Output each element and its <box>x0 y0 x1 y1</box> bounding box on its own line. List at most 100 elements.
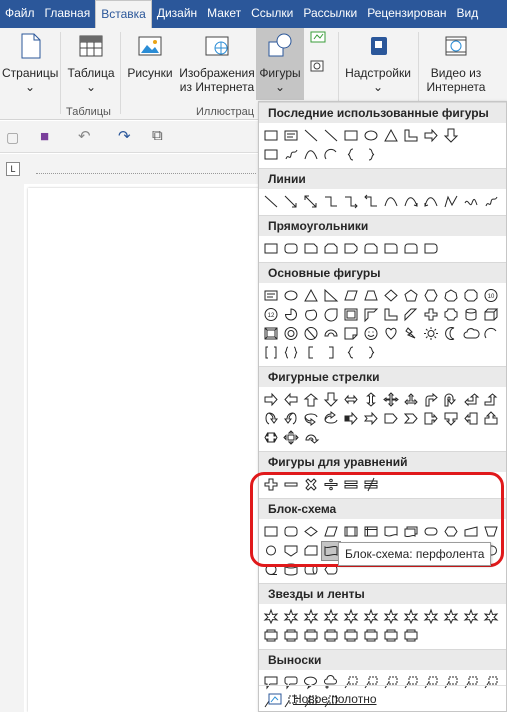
shape-ribbon-up-icon[interactable] <box>262 627 280 645</box>
shape-star32-icon[interactable] <box>482 608 500 626</box>
shapes-button[interactable]: Фигуры ⌄ <box>256 28 304 100</box>
shape-line-icon[interactable] <box>322 127 340 145</box>
shape-trapezoid-icon[interactable] <box>362 287 380 305</box>
shape-ribbon-down-icon[interactable] <box>282 627 300 645</box>
shape-arrow-r-icon[interactable] <box>422 127 440 145</box>
shape-decagon-icon[interactable]: 10 <box>482 287 500 305</box>
shape-exp2-icon[interactable] <box>282 608 300 626</box>
shape-heptagon-icon[interactable] <box>442 287 460 305</box>
shape-line-icon[interactable] <box>302 127 320 145</box>
shape-triangle-icon[interactable] <box>302 287 320 305</box>
shape-scribble-icon[interactable] <box>282 146 300 164</box>
shape-round2-icon[interactable] <box>402 240 420 258</box>
redo-icon[interactable]: ↷ <box>118 127 131 145</box>
shape-pentagon-icon[interactable] <box>402 287 420 305</box>
shape-arrow-d-icon[interactable] <box>442 127 460 145</box>
shape-arc-icon[interactable] <box>482 325 500 343</box>
shape-vert-scroll-icon[interactable] <box>342 627 360 645</box>
shape-snip2-icon[interactable] <box>322 240 340 258</box>
shape-flow-process-icon[interactable] <box>262 523 280 541</box>
shape-heart-icon[interactable] <box>382 325 400 343</box>
pages-button[interactable]: Страницы ⌄ <box>2 30 58 94</box>
shape-curve-icon[interactable] <box>382 193 400 211</box>
shape-lshape-icon[interactable] <box>382 306 400 324</box>
shape-snip1-icon[interactable] <box>302 240 320 258</box>
tab-1[interactable]: Главная <box>40 0 96 28</box>
shape-dbl-wave-icon[interactable] <box>402 627 420 645</box>
shape-parallelogram-icon[interactable] <box>342 287 360 305</box>
new-canvas-item[interactable]: Новое полотно <box>259 685 506 711</box>
shape-star16-icon[interactable] <box>442 608 460 626</box>
shape-flow-manual-op-icon[interactable] <box>482 523 500 541</box>
shape-horiz-scroll-icon[interactable] <box>362 627 380 645</box>
shape-arrow-r-icon[interactable] <box>262 391 280 409</box>
shape-smiley-icon[interactable] <box>362 325 380 343</box>
shape-diamond-icon[interactable] <box>382 287 400 305</box>
shape-bracket-r-icon[interactable] <box>322 344 340 362</box>
shape-triangle-icon[interactable] <box>382 127 400 145</box>
shape-octagon-icon[interactable] <box>462 287 480 305</box>
shape-lightning-icon[interactable] <box>402 325 420 343</box>
tab-selector[interactable]: L <box>6 162 20 176</box>
shape-flow-predefined-icon[interactable] <box>342 523 360 541</box>
shape-arrow-l-icon[interactable] <box>282 391 300 409</box>
shape-dbl-brace-icon[interactable] <box>282 344 300 362</box>
shape-star10-icon[interactable] <box>402 608 420 626</box>
shape-chevron-icon[interactable] <box>402 410 420 428</box>
shape-pie-icon[interactable] <box>282 306 300 324</box>
shape-star7-icon[interactable] <box>362 608 380 626</box>
shape-dbl-bracket-icon[interactable] <box>262 344 280 362</box>
shape-flow-multidoc-icon[interactable] <box>402 523 420 541</box>
shape-flow-direct-icon[interactable] <box>302 561 320 579</box>
shape-brace-r-icon[interactable] <box>362 146 380 164</box>
shape-block-arc-icon[interactable] <box>322 325 340 343</box>
shape-star24-icon[interactable] <box>462 608 480 626</box>
shape-snip3-icon[interactable] <box>342 240 360 258</box>
shape-flow-connector-icon[interactable] <box>262 542 280 560</box>
shape-oval-icon[interactable] <box>282 287 300 305</box>
shape-multiply-icon[interactable] <box>302 476 320 494</box>
shape-flow-offpage-icon[interactable] <box>282 542 300 560</box>
shape-flow-terminator-icon[interactable] <box>422 523 440 541</box>
shape-flow-document-icon[interactable] <box>382 523 400 541</box>
shape-arrow-d-icon[interactable] <box>322 391 340 409</box>
shape-round1-icon[interactable] <box>382 240 400 258</box>
shape-arrow-line-icon[interactable] <box>282 193 300 211</box>
shape-plaque-icon[interactable] <box>442 306 460 324</box>
shape-callout-l-icon[interactable] <box>462 410 480 428</box>
shape-round-rect-icon[interactable] <box>282 240 300 258</box>
shape-flow-prep-icon[interactable] <box>442 523 460 541</box>
shape-frame-icon[interactable] <box>342 306 360 324</box>
shape-curved-l-icon[interactable] <box>282 410 300 428</box>
shape-curve-arrow-icon[interactable] <box>402 193 420 211</box>
shape-arrow-ud-icon[interactable] <box>362 391 380 409</box>
online-pictures-button[interactable]: Изображения из Интернета <box>178 30 256 94</box>
tab-8[interactable]: Вид <box>452 0 484 28</box>
shape-callout-d-icon[interactable] <box>442 410 460 428</box>
shape-flow-process-icon[interactable] <box>262 146 280 164</box>
online-video-button[interactable]: Видео из Интернета <box>420 30 492 94</box>
shape-elbow-dbl-icon[interactable] <box>362 193 380 211</box>
shape-notequal-icon[interactable] <box>362 476 380 494</box>
shape-folded-icon[interactable] <box>342 325 360 343</box>
shape-equal-icon[interactable] <box>342 476 360 494</box>
shape-rect-icon[interactable] <box>342 127 360 145</box>
shape-lru-icon[interactable] <box>402 391 420 409</box>
shape-star6-icon[interactable] <box>342 608 360 626</box>
shape-teardrop-icon[interactable] <box>322 306 340 324</box>
shape-star8-icon[interactable] <box>382 608 400 626</box>
shape-bent-icon[interactable] <box>422 391 440 409</box>
shape-bracket-l-icon[interactable] <box>302 344 320 362</box>
shape-cross-icon[interactable] <box>422 306 440 324</box>
table-button[interactable]: Таблица ⌄ <box>64 30 118 94</box>
shape-chord-icon[interactable] <box>302 306 320 324</box>
shape-can-icon[interactable] <box>462 306 480 324</box>
shape-flow-disk-icon[interactable] <box>282 561 300 579</box>
shape-snip-round-icon[interactable] <box>362 240 380 258</box>
shape-cloud-icon[interactable] <box>462 325 480 343</box>
shape-wave-icon[interactable] <box>382 627 400 645</box>
shape-sun-icon[interactable] <box>422 325 440 343</box>
shape-line-icon[interactable] <box>262 193 280 211</box>
shape-halfframe-icon[interactable] <box>362 306 380 324</box>
shape-callout-u-icon[interactable] <box>482 410 500 428</box>
